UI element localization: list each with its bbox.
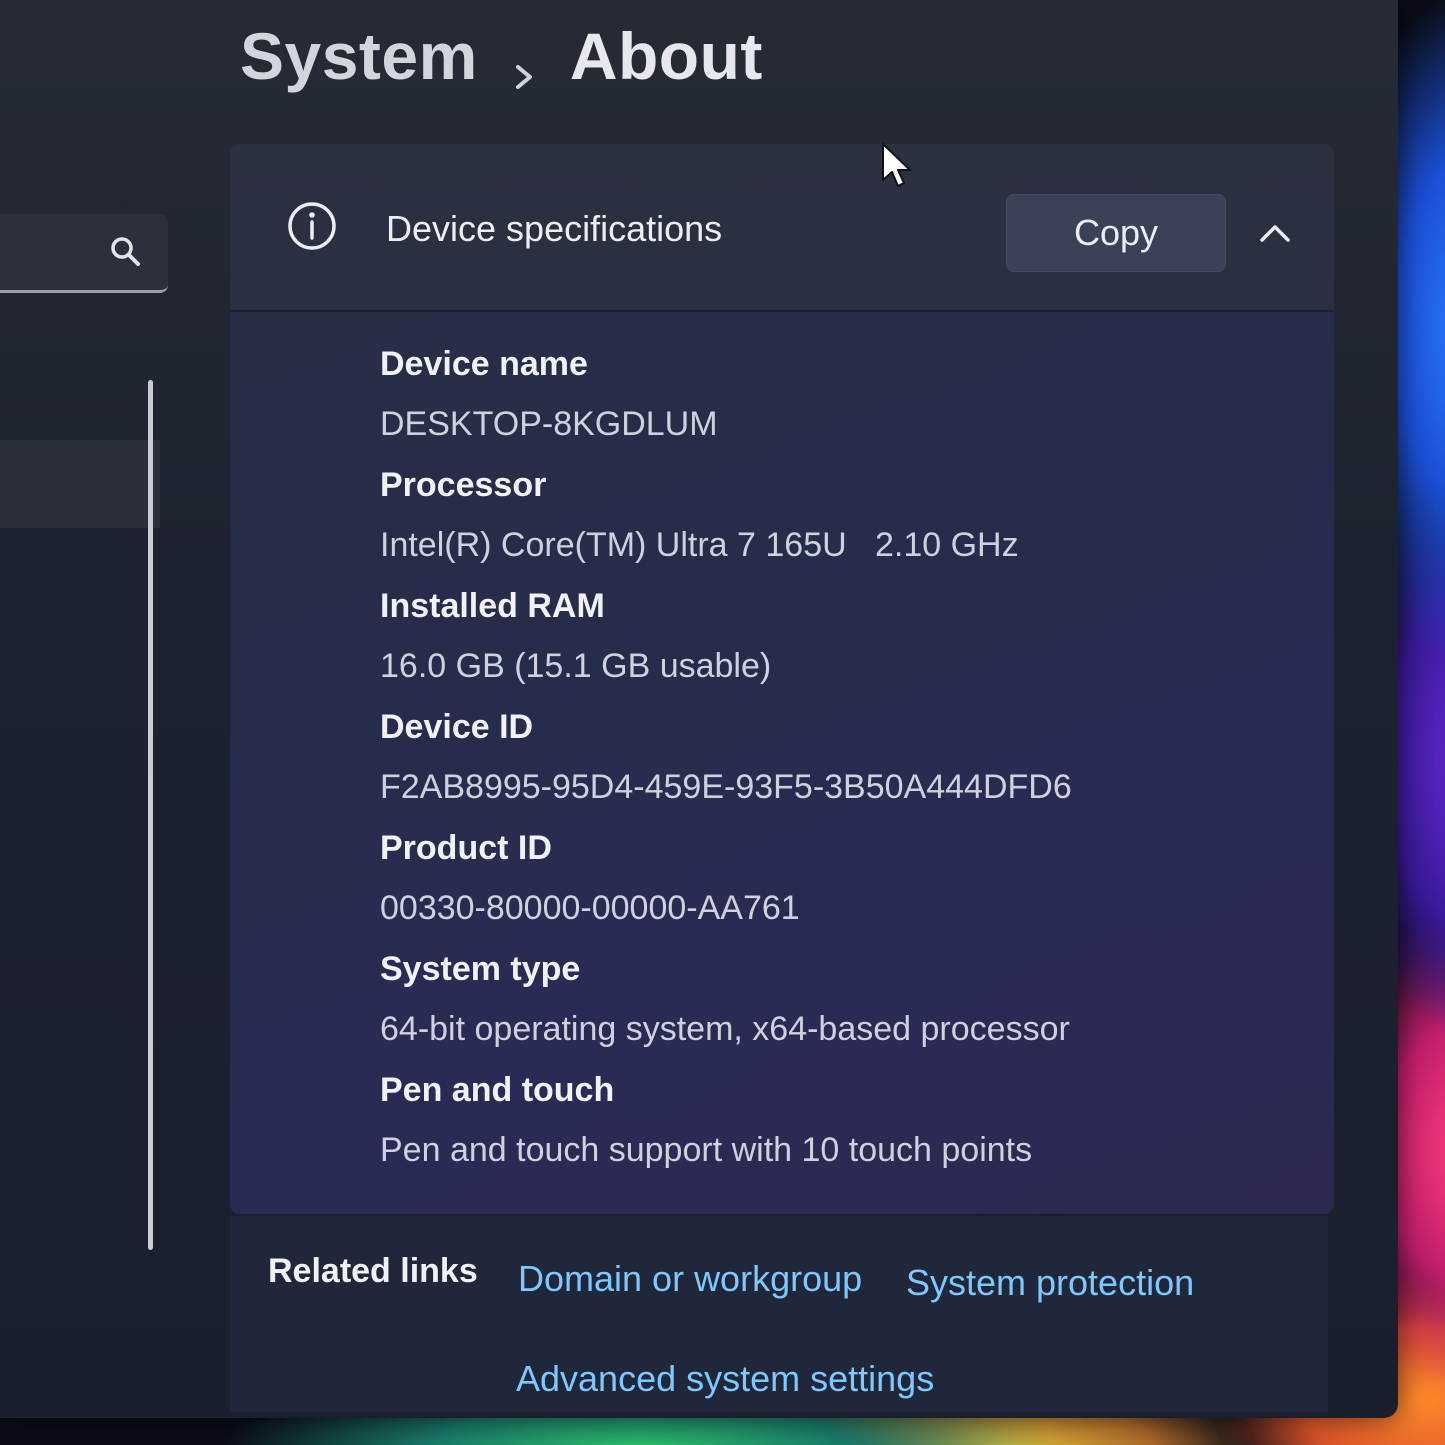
- search-icon[interactable]: [108, 234, 142, 268]
- screen: System About Device specifications Copy …: [0, 0, 1445, 1445]
- spec-label-device-name: Device name: [380, 345, 588, 383]
- related-links-section: Related links Domain or workgroup System…: [230, 1216, 1328, 1412]
- spec-value-product-id: 00330-80000-00000-AA761: [380, 889, 800, 927]
- page-title: About: [569, 19, 763, 93]
- copy-button[interactable]: Copy: [1006, 194, 1226, 272]
- breadcrumb: System About: [240, 18, 763, 94]
- spec-value-system-type: 64-bit operating system, x64-based proce…: [380, 1010, 1070, 1048]
- device-specifications-title: Device specifications: [386, 208, 723, 249]
- spec-value-device-name: DESKTOP-8KGDLUM: [380, 405, 718, 443]
- spec-list: Device name DESKTOP-8KGDLUM Processor In…: [380, 334, 1280, 1181]
- mouse-pointer-icon: [880, 142, 914, 190]
- device-specifications-header[interactable]: Device specifications Copy: [230, 144, 1334, 312]
- spec-value-pen-and-touch: Pen and touch support with 10 touch poin…: [380, 1131, 1033, 1169]
- spec-value-device-id: F2AB8995-95D4-459E-93F5-3B50A444DFD6: [380, 768, 1072, 806]
- info-icon: [286, 200, 338, 252]
- nav-scrollbar[interactable]: [148, 380, 153, 1250]
- spec-label-device-id: Device ID: [380, 708, 534, 746]
- search-input[interactable]: [0, 214, 168, 293]
- link-system-protection[interactable]: System protection: [906, 1262, 1194, 1304]
- related-links-title: Related links: [268, 1252, 478, 1290]
- device-specifications-card: Device specifications Copy Device name D…: [230, 144, 1334, 1214]
- spec-value-processor: Intel(R) Core(TM) Ultra 7 165U 2.10 GHz: [380, 526, 1019, 564]
- spec-label-installed-ram: Installed RAM: [380, 587, 605, 625]
- spec-label-product-id: Product ID: [380, 829, 552, 867]
- spec-label-processor: Processor: [380, 466, 547, 504]
- chevron-up-icon[interactable]: [1254, 218, 1296, 248]
- spec-value-installed-ram: 16.0 GB (15.1 GB usable): [380, 647, 772, 685]
- link-domain-or-workgroup[interactable]: Domain or workgroup: [518, 1258, 862, 1300]
- settings-window: System About Device specifications Copy …: [0, 0, 1398, 1418]
- link-advanced-system-settings[interactable]: Advanced system settings: [516, 1358, 934, 1400]
- spec-label-pen-and-touch: Pen and touch: [380, 1071, 615, 1109]
- chevron-right-icon: [512, 36, 536, 89]
- spec-label-system-type: System type: [380, 950, 581, 988]
- nav-item-system[interactable]: [0, 440, 160, 528]
- breadcrumb-system[interactable]: System: [240, 18, 478, 94]
